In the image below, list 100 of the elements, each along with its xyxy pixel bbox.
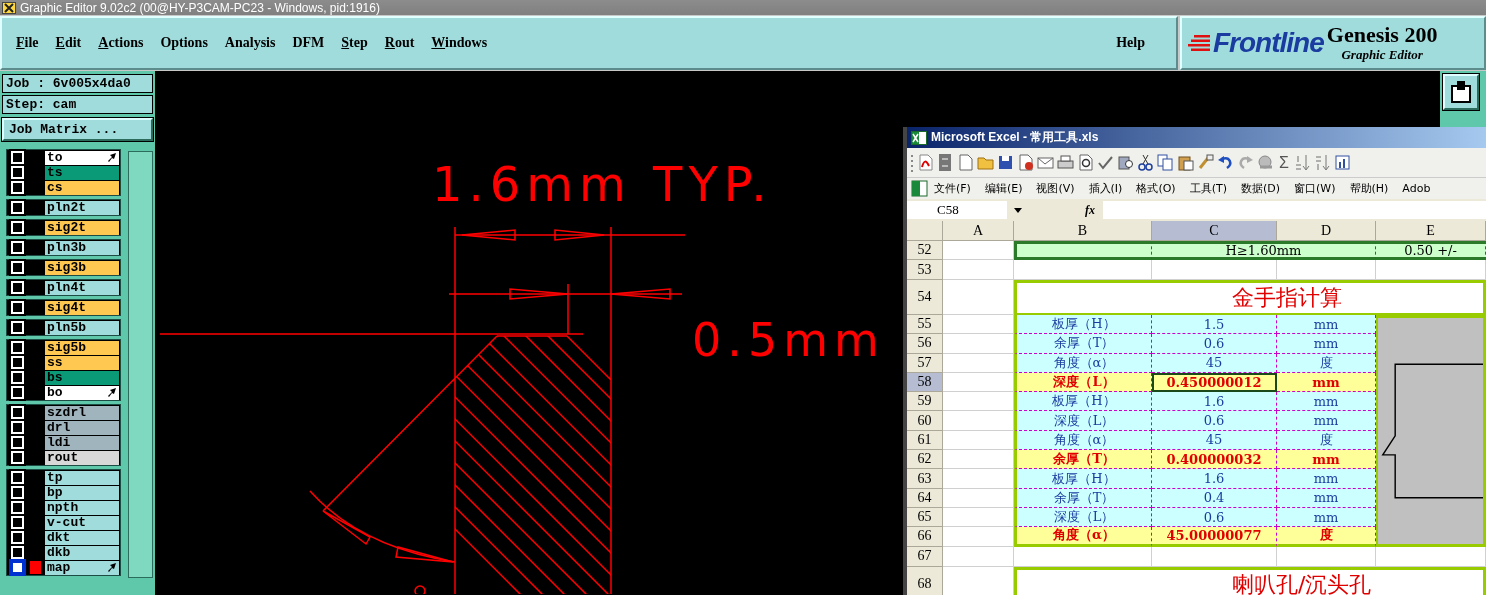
- layer-tile[interactable]: dkt: [45, 530, 119, 545]
- table-cell[interactable]: 0.6: [1152, 334, 1277, 354]
- table-cell[interactable]: 0.6: [1152, 507, 1277, 528]
- layer-tile[interactable]: drl: [45, 420, 119, 435]
- row-header[interactable]: 65: [907, 507, 943, 528]
- column-header[interactable]: E: [1376, 221, 1486, 241]
- layer-tile[interactable]: ss: [45, 355, 119, 370]
- function-button[interactable]: fx: [1085, 202, 1095, 218]
- layer-tile[interactable]: szdrl: [45, 405, 119, 420]
- menu-item[interactable]: 工具(T): [1183, 181, 1235, 196]
- spelling-icon[interactable]: [1097, 154, 1114, 171]
- row-header[interactable]: 59: [907, 392, 943, 412]
- row-header[interactable]: 61: [907, 430, 943, 451]
- layer-tile[interactable]: to: [45, 150, 119, 165]
- row-header[interactable]: 54: [907, 280, 943, 315]
- layer-tile[interactable]: sig3b: [45, 260, 119, 275]
- layer-tile[interactable]: pln3b: [45, 240, 119, 255]
- row-header[interactable]: 68: [907, 566, 943, 595]
- menu-item[interactable]: 窗口(W): [1288, 181, 1344, 196]
- table-cell[interactable]: 1.6: [1152, 392, 1277, 412]
- job-matrix-button[interactable]: Job Matrix ...: [2, 118, 153, 141]
- column-header[interactable]: A: [943, 221, 1014, 241]
- pdf-icon[interactable]: [917, 154, 934, 171]
- menu-item[interactable]: Step: [341, 35, 377, 51]
- toolbar-grip-icon[interactable]: [910, 152, 914, 173]
- row-header[interactable]: 64: [907, 488, 943, 508]
- menu-item[interactable]: DFM: [292, 35, 334, 51]
- autosum-button[interactable]: Σ: [1277, 153, 1291, 172]
- cut-icon[interactable]: [1137, 154, 1154, 171]
- layer-checkbox[interactable]: [11, 561, 24, 574]
- email-icon[interactable]: [1037, 154, 1054, 171]
- menu-item[interactable]: Rout: [384, 35, 424, 51]
- copy-icon[interactable]: [1157, 154, 1174, 171]
- layer-tile[interactable]: pln4t: [45, 280, 119, 295]
- menu-item[interactable]: 插入(I): [1082, 181, 1131, 196]
- layer-tile[interactable]: dkb: [45, 545, 119, 560]
- table-cell[interactable]: 45: [1152, 430, 1277, 451]
- help-menu[interactable]: Help: [1116, 35, 1154, 51]
- layer-tile[interactable]: tp: [45, 470, 119, 485]
- menu-item[interactable]: File: [16, 35, 48, 51]
- column-header[interactable]: C: [1152, 221, 1277, 241]
- layer-tile[interactable]: pln5b: [45, 320, 119, 335]
- menu-item[interactable]: Analysis: [224, 35, 285, 51]
- menu-item[interactable]: Adob: [1396, 182, 1439, 195]
- toolbar-button[interactable]: [1443, 74, 1479, 110]
- research-icon[interactable]: [1117, 154, 1134, 171]
- layer-tile[interactable]: bp: [45, 485, 119, 500]
- menu-item[interactable]: Actions: [98, 35, 153, 51]
- formula-field[interactable]: [1103, 201, 1486, 219]
- row-header[interactable]: 53: [907, 260, 943, 280]
- column-header[interactable]: D: [1277, 221, 1376, 241]
- menu-item[interactable]: 格式(O): [1130, 181, 1184, 196]
- layer-tile[interactable]: ldi: [45, 435, 119, 450]
- column-header[interactable]: B: [1014, 221, 1152, 241]
- menu-item[interactable]: 帮助(H): [1343, 181, 1397, 196]
- row-header[interactable]: 66: [907, 527, 943, 547]
- table-cell[interactable]: 45.00000077: [1152, 527, 1277, 547]
- print-preview-icon[interactable]: [1077, 154, 1094, 171]
- print-icon[interactable]: [1057, 154, 1074, 171]
- menu-item[interactable]: 视图(V): [1030, 181, 1083, 196]
- paste-icon[interactable]: [1177, 154, 1194, 171]
- name-box[interactable]: C58: [907, 201, 1007, 219]
- layer-tile[interactable]: cs: [45, 180, 119, 195]
- row-header[interactable]: 58: [907, 372, 943, 393]
- row-header[interactable]: 63: [907, 469, 943, 489]
- save-icon[interactable]: [997, 154, 1014, 171]
- row-header[interactable]: 57: [907, 353, 943, 373]
- row-header[interactable]: 52: [907, 241, 943, 260]
- layer-tile[interactable]: bo: [45, 385, 119, 400]
- row-header[interactable]: 60: [907, 411, 943, 431]
- table-cell[interactable]: 0.6: [1152, 411, 1277, 431]
- layer-tile[interactable]: map: [45, 560, 119, 575]
- undo-icon[interactable]: [1217, 154, 1234, 171]
- menu-item[interactable]: Options: [160, 35, 217, 51]
- table-cell[interactable]: 1.6: [1152, 469, 1277, 489]
- layer-tile[interactable]: v-cut: [45, 515, 119, 530]
- table-cell[interactable]: 0.400000032: [1152, 450, 1277, 470]
- layer-tile[interactable]: sig4t: [45, 300, 119, 315]
- layer-tile[interactable]: sig2t: [45, 220, 119, 235]
- permission-icon[interactable]: [1017, 154, 1034, 171]
- row-header[interactable]: 67: [907, 546, 943, 567]
- scroll-bar[interactable]: [127, 151, 153, 578]
- table-cell[interactable]: 45: [1152, 353, 1277, 373]
- format-painter-icon[interactable]: [1197, 154, 1214, 171]
- table-cell[interactable]: 0.4: [1152, 488, 1277, 508]
- chart-wizard-icon[interactable]: [1333, 154, 1351, 171]
- table-cell[interactable]: 0.450000012: [1152, 372, 1277, 393]
- menu-item[interactable]: 数据(D): [1234, 181, 1289, 196]
- menu-item[interactable]: Edit: [55, 35, 91, 51]
- row-header[interactable]: 62: [907, 450, 943, 470]
- row-header[interactable]: 55: [907, 315, 943, 335]
- layer-tile[interactable]: sig5b: [45, 340, 119, 355]
- menu-item[interactable]: Windows: [431, 35, 497, 51]
- menu-item[interactable]: 编辑(E): [978, 181, 1031, 196]
- table-cell[interactable]: 1.5: [1152, 315, 1277, 335]
- menu-item[interactable]: 文件(F): [928, 181, 979, 196]
- new-file-icon[interactable]: [957, 154, 974, 171]
- layer-tile[interactable]: rout: [45, 450, 119, 465]
- row-header[interactable]: 56: [907, 334, 943, 354]
- layer-tile[interactable]: bs: [45, 370, 119, 385]
